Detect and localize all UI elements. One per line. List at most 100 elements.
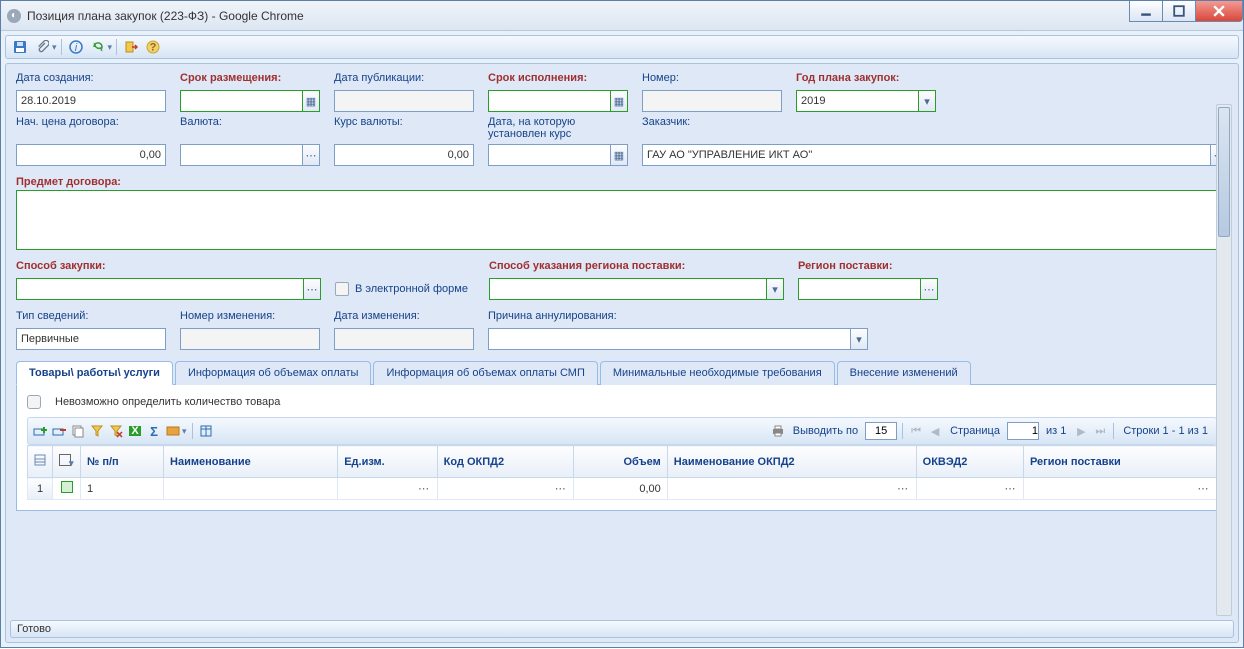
col-okpd[interactable]: Код ОКПД2 (437, 446, 574, 478)
chevron-down-icon[interactable]: ▾ (850, 328, 868, 350)
actions-icon[interactable] (165, 423, 181, 439)
lookup-icon[interactable]: ⋯ (1196, 482, 1210, 496)
chevron-down-icon[interactable]: ▾ (766, 278, 784, 300)
chevron-down-icon[interactable]: ▾ (918, 90, 936, 112)
close-button[interactable] (1195, 1, 1243, 22)
titlebar[interactable]: ◐ Позиция плана закупок (223-ФЗ) - Googl… (1, 1, 1243, 31)
dropdown-icon[interactable]: ▾ (52, 42, 57, 53)
create-date-input[interactable] (16, 90, 166, 112)
rate-date-input[interactable] (488, 144, 610, 166)
region-mode-input[interactable] (489, 278, 766, 300)
table-row[interactable]: 1 1 ⋯ ⋯ 0,00 ⋯ ⋯ ⋯ (28, 478, 1217, 500)
calendar-icon[interactable]: ▦ (610, 90, 628, 112)
maximize-button[interactable] (1162, 1, 1196, 22)
lookup-icon[interactable]: ⋯ (553, 482, 567, 496)
col-unit[interactable]: Ед.изм. (338, 446, 437, 478)
exec-deadline-input[interactable] (488, 90, 610, 112)
col-okved[interactable]: ОКВЭД2 (916, 446, 1023, 478)
tab-min-requirements[interactable]: Минимальные необходимые требования (600, 361, 835, 385)
cancel-reason-input[interactable] (488, 328, 850, 350)
info-button[interactable]: i (66, 37, 86, 57)
start-price-label: Нач. цена договора: (16, 116, 166, 128)
number-label: Номер: (642, 72, 782, 84)
filter-icon[interactable] (89, 423, 105, 439)
rate-label: Курс валюты: (334, 116, 474, 128)
col-name[interactable]: Наименование (164, 446, 338, 478)
pub-date-input[interactable] (334, 90, 474, 112)
cell-name[interactable] (164, 478, 338, 500)
lookup-icon[interactable]: ⋯ (302, 144, 320, 166)
cell-npp[interactable]: 1 (81, 478, 164, 500)
calendar-icon[interactable]: ▦ (610, 144, 628, 166)
copy-icon[interactable] (70, 423, 86, 439)
col-npp[interactable]: № п/п (81, 446, 164, 478)
tab-goods[interactable]: Товары\ работы\ услуги (16, 361, 173, 385)
last-page-icon[interactable]: ⏭ (1092, 423, 1108, 439)
minimize-button[interactable] (1129, 1, 1163, 22)
exit-button[interactable] (121, 37, 141, 57)
col-rownum[interactable] (28, 446, 53, 478)
region-input[interactable] (798, 278, 920, 300)
lookup-icon[interactable]: ⋯ (417, 482, 431, 496)
page-input[interactable] (1007, 422, 1039, 440)
info-type-input[interactable] (16, 328, 166, 350)
help-button[interactable]: ? (143, 37, 163, 57)
tab-payment-info-smp[interactable]: Информация об объемах оплаты СМП (373, 361, 597, 385)
change-date-input[interactable] (334, 328, 474, 350)
vertical-scrollbar[interactable] (1216, 104, 1232, 616)
grid-header-row: ▾ № п/п Наименование Ед.изм. Код ОКПД2 О… (28, 446, 1217, 478)
customer-input[interactable] (642, 144, 1210, 166)
col-region[interactable]: Регион поставки (1023, 446, 1216, 478)
refresh-button[interactable] (88, 37, 108, 57)
delete-row-icon[interactable] (51, 423, 67, 439)
prev-page-icon[interactable]: ◀ (927, 423, 943, 439)
col-volume[interactable]: Объем (574, 446, 668, 478)
columns-icon[interactable] (198, 423, 214, 439)
cell-okpd-name[interactable]: ⋯ (667, 478, 916, 500)
col-checkbox[interactable]: ▾ (53, 446, 81, 478)
change-num-input[interactable] (180, 328, 320, 350)
dropdown-icon[interactable]: ▾ (108, 42, 113, 53)
cant-determine-checkbox[interactable] (27, 395, 41, 409)
lookup-icon[interactable]: ⋯ (920, 278, 938, 300)
tab-payment-info[interactable]: Информация об объемах оплаты (175, 361, 371, 385)
excel-icon[interactable]: X (127, 423, 143, 439)
cell-unit[interactable]: ⋯ (338, 478, 437, 500)
plan-year-input[interactable] (796, 90, 918, 112)
status-bar: Готово (10, 620, 1234, 638)
col-okpd-name[interactable]: Наименование ОКПД2 (667, 446, 916, 478)
subject-textarea[interactable] (16, 190, 1228, 250)
add-row-icon[interactable] (32, 423, 48, 439)
clear-filter-icon[interactable] (108, 423, 124, 439)
grid-toolbar: X Σ ▾ Выводить по ⏮ ◀ Страница из 1 ▶ ⏭ … (27, 417, 1217, 445)
pub-date-label: Дата публикации: (334, 72, 474, 84)
lookup-icon[interactable]: ⋯ (896, 482, 910, 496)
cell-okved[interactable]: ⋯ (916, 478, 1023, 500)
currency-label: Валюта: (180, 116, 320, 128)
create-date-label: Дата создания: (16, 72, 166, 84)
save-button[interactable] (10, 37, 30, 57)
per-page-input[interactable] (865, 422, 897, 440)
lookup-icon[interactable]: ⋯ (303, 278, 321, 300)
tab-changes[interactable]: Внесение изменений (837, 361, 971, 385)
sum-icon[interactable]: Σ (146, 423, 162, 439)
lookup-icon[interactable]: ⋯ (1003, 482, 1017, 496)
purchase-method-input[interactable] (16, 278, 303, 300)
dropdown-icon[interactable]: ▾ (182, 426, 187, 437)
cell-checkbox[interactable] (53, 478, 81, 500)
first-page-icon[interactable]: ⏮ (908, 423, 924, 439)
calendar-icon[interactable]: ▦ (302, 90, 320, 112)
cell-okpd[interactable]: ⋯ (437, 478, 574, 500)
cell-region[interactable]: ⋯ (1023, 478, 1216, 500)
currency-input[interactable] (180, 144, 302, 166)
print-icon[interactable] (770, 423, 786, 439)
attach-button[interactable] (32, 37, 52, 57)
eform-checkbox[interactable] (335, 282, 349, 296)
place-deadline-input[interactable] (180, 90, 302, 112)
number-input[interactable] (642, 90, 782, 112)
cell-volume[interactable]: 0,00 (574, 478, 668, 500)
rate-input[interactable] (334, 144, 474, 166)
next-page-icon[interactable]: ▶ (1073, 423, 1089, 439)
start-price-input[interactable] (16, 144, 166, 166)
scrollbar-thumb[interactable] (1218, 107, 1230, 237)
